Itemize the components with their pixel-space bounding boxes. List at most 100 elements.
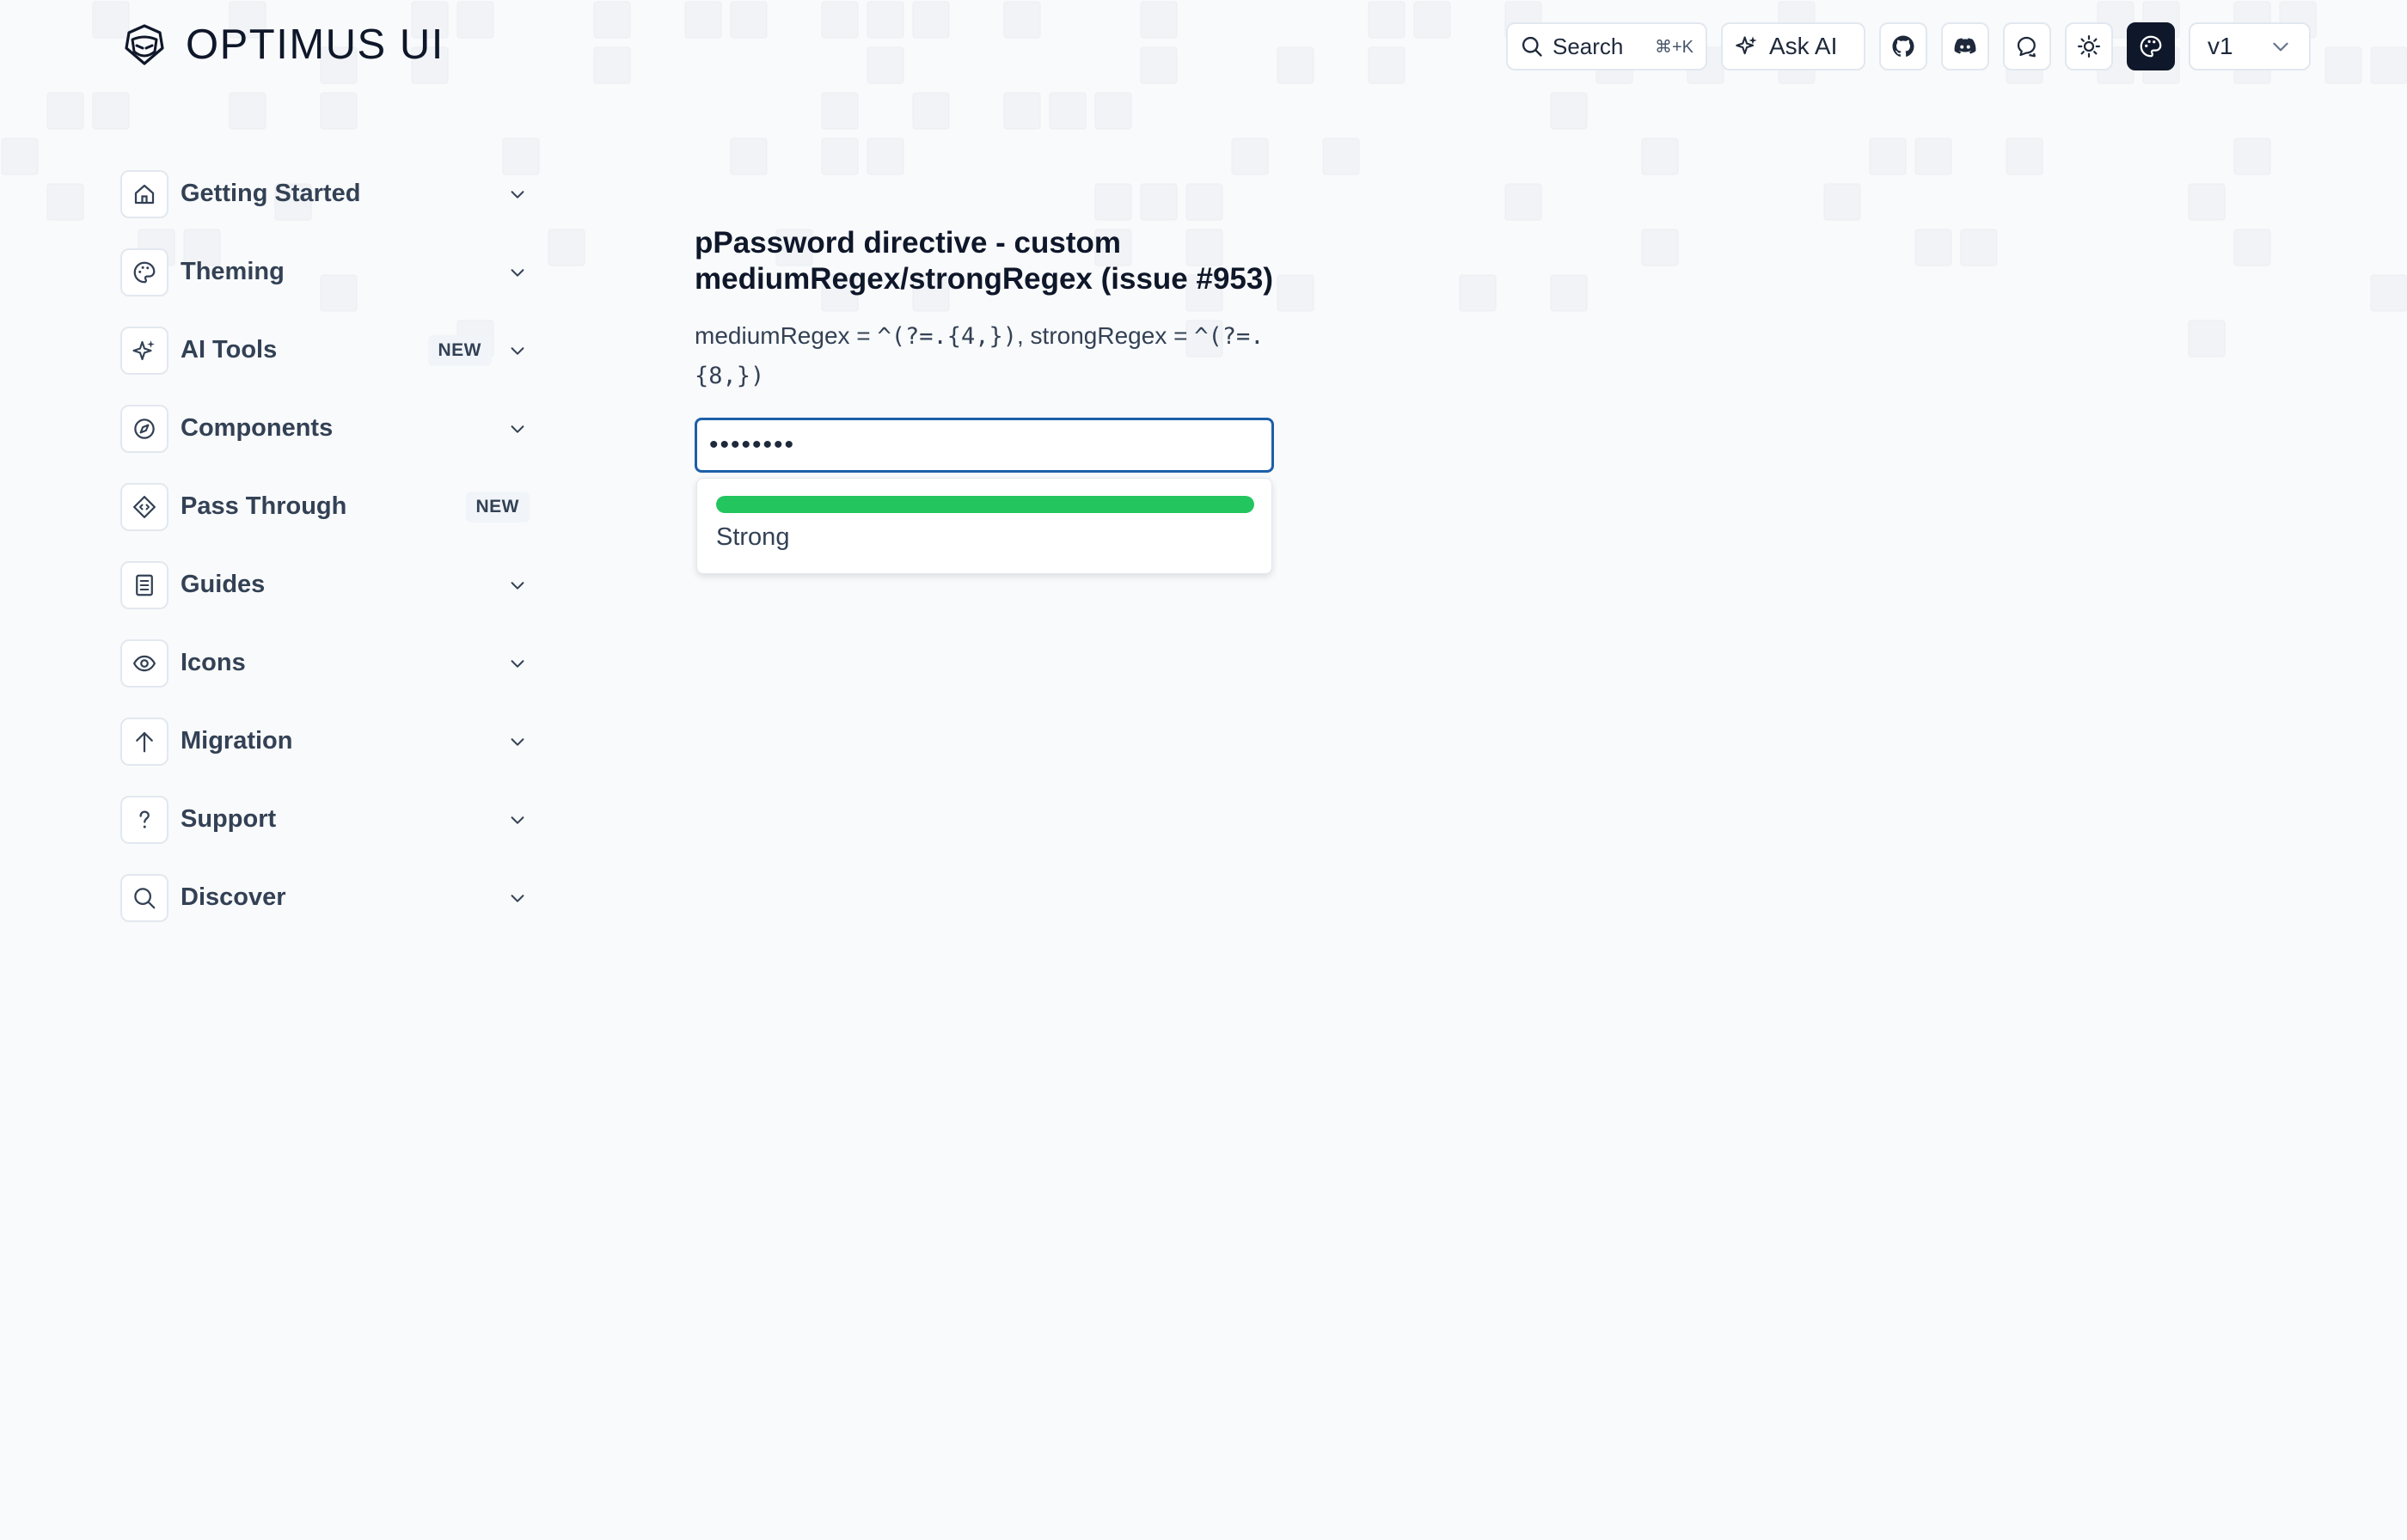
grid-cell xyxy=(1368,1,1406,39)
sidebar-item-label: Components xyxy=(181,414,334,442)
sidebar-item-support[interactable]: Support xyxy=(120,780,530,859)
sidebar-item-label: Pass Through xyxy=(181,492,347,520)
github-icon xyxy=(1892,35,1914,57)
new-badge: NEW xyxy=(427,334,492,366)
sidebar-item-label: Discover xyxy=(181,883,286,911)
sidebar-item-guides[interactable]: Guides xyxy=(120,546,530,624)
brand-name: OPTIMUS UI xyxy=(186,21,444,68)
grid-cell xyxy=(1049,92,1087,130)
sidebar-item-pass-through[interactable]: Pass Through NEW xyxy=(120,468,530,546)
nav-icon-box xyxy=(120,639,168,688)
chevron-down-icon xyxy=(511,816,524,824)
github-button[interactable] xyxy=(1879,22,1927,70)
grid-cell xyxy=(821,138,859,175)
sidebar-item-theming[interactable]: Theming xyxy=(120,233,530,311)
sidebar-item-getting-started[interactable]: Getting Started xyxy=(120,155,530,233)
expand-toggle[interactable] xyxy=(505,651,530,675)
main-content: pPassword directive - custom mediumRegex… xyxy=(695,225,1276,574)
sidebar-item-label: Getting Started xyxy=(181,180,361,207)
grid-cell xyxy=(1140,1,1178,39)
grid-cell xyxy=(548,229,585,266)
sidebar-item-discover[interactable]: Discover xyxy=(120,859,530,937)
expand-toggle[interactable] xyxy=(505,260,530,284)
chat-bubbles-icon xyxy=(2017,36,2036,58)
grid-cell xyxy=(2233,138,2271,175)
sidebar-item-label: Support xyxy=(181,805,277,833)
grid-cell xyxy=(320,92,358,130)
discord-icon xyxy=(1954,38,1976,54)
question-icon xyxy=(139,810,150,828)
sidebar-item-label: Theming xyxy=(181,258,285,285)
grid-cell xyxy=(1003,1,1041,39)
grid-cell xyxy=(1914,229,1952,266)
strength-meter-fill xyxy=(716,496,1254,513)
nav-icon-box xyxy=(120,482,168,531)
expand-toggle[interactable] xyxy=(505,730,530,754)
sidebar-item-ai-tools[interactable]: AI Tools NEW xyxy=(120,311,530,389)
version-select[interactable]: v1 xyxy=(2189,22,2311,70)
palette-icon xyxy=(2140,35,2162,58)
sidebar-item-label: Migration xyxy=(181,727,293,755)
nav-icon-box xyxy=(120,248,168,296)
expand-toggle[interactable] xyxy=(505,417,530,441)
grid-cell xyxy=(1550,92,1588,130)
sidebar-item-migration[interactable]: Migration xyxy=(120,702,530,780)
nav-icon-box xyxy=(120,717,168,766)
search-label: Search xyxy=(1553,33,1624,59)
discord-button[interactable] xyxy=(1941,22,1989,70)
chevron-down-icon xyxy=(511,268,524,277)
grid-cell xyxy=(46,183,84,221)
grid-cell xyxy=(1914,138,1952,175)
grid-cell xyxy=(2006,138,2043,175)
grid-cell xyxy=(593,46,631,84)
grid-cell xyxy=(1185,183,1223,221)
sparkle-icon xyxy=(132,339,155,360)
grid-cell xyxy=(730,138,768,175)
grid-cell xyxy=(1094,183,1132,221)
brand-logo[interactable]: OPTIMUS UI xyxy=(122,19,444,70)
grid-cell xyxy=(1094,92,1132,130)
grid-cell xyxy=(821,1,859,39)
page-title: pPassword directive - custom mediumRegex… xyxy=(695,226,1274,296)
grid-cell xyxy=(46,92,84,130)
sidebar-item-icons[interactable]: Icons xyxy=(120,624,530,702)
grid-cell xyxy=(2188,183,2226,221)
medium-regex-prefix: mediumRegex = xyxy=(695,322,878,349)
search-button[interactable]: Search ⌘+K xyxy=(1506,22,1707,70)
sidebar-nav: Getting Started Theming AI Tools NEW Compone… xyxy=(120,155,530,937)
grid-cell xyxy=(912,92,950,130)
grid-cell xyxy=(1413,1,1451,39)
expand-toggle[interactable] xyxy=(505,886,530,910)
grid-cell xyxy=(1504,183,1542,221)
sidebar-item-components[interactable]: Components xyxy=(120,389,530,468)
password-input[interactable]: •••••••• xyxy=(695,418,1274,473)
grid-cell xyxy=(456,1,494,39)
grid-cell xyxy=(2370,46,2407,84)
document-icon xyxy=(136,574,153,596)
expand-toggle[interactable] xyxy=(505,808,530,832)
chevron-down-icon xyxy=(511,659,524,668)
community-button[interactable] xyxy=(2003,22,2051,70)
grid-cell xyxy=(2233,229,2271,266)
theme-toggle-button[interactable] xyxy=(2065,22,2113,70)
ask-ai-button[interactable]: Ask AI xyxy=(1721,22,1865,70)
strength-meter xyxy=(716,496,1254,513)
expand-toggle[interactable] xyxy=(505,182,530,206)
diamond-code-icon xyxy=(133,495,156,518)
strong-regex-prefix: , strongRegex = xyxy=(1017,322,1195,349)
theme-designer-button[interactable] xyxy=(2127,22,2175,70)
chevron-down-icon xyxy=(511,737,524,746)
expand-toggle[interactable] xyxy=(505,573,530,597)
expand-toggle[interactable] xyxy=(505,339,530,363)
grid-cell xyxy=(1,138,39,175)
ask-ai-label: Ask AI xyxy=(1769,33,1838,59)
grid-cell xyxy=(2188,320,2226,358)
search-icon xyxy=(134,887,156,908)
chevron-down-icon xyxy=(2273,42,2288,52)
grid-cell xyxy=(730,1,768,39)
grid-cell xyxy=(912,1,950,39)
grid-cell xyxy=(1960,229,1998,266)
grid-cell xyxy=(92,92,130,130)
password-value: •••••••• xyxy=(709,431,796,459)
compass-icon xyxy=(134,418,155,439)
